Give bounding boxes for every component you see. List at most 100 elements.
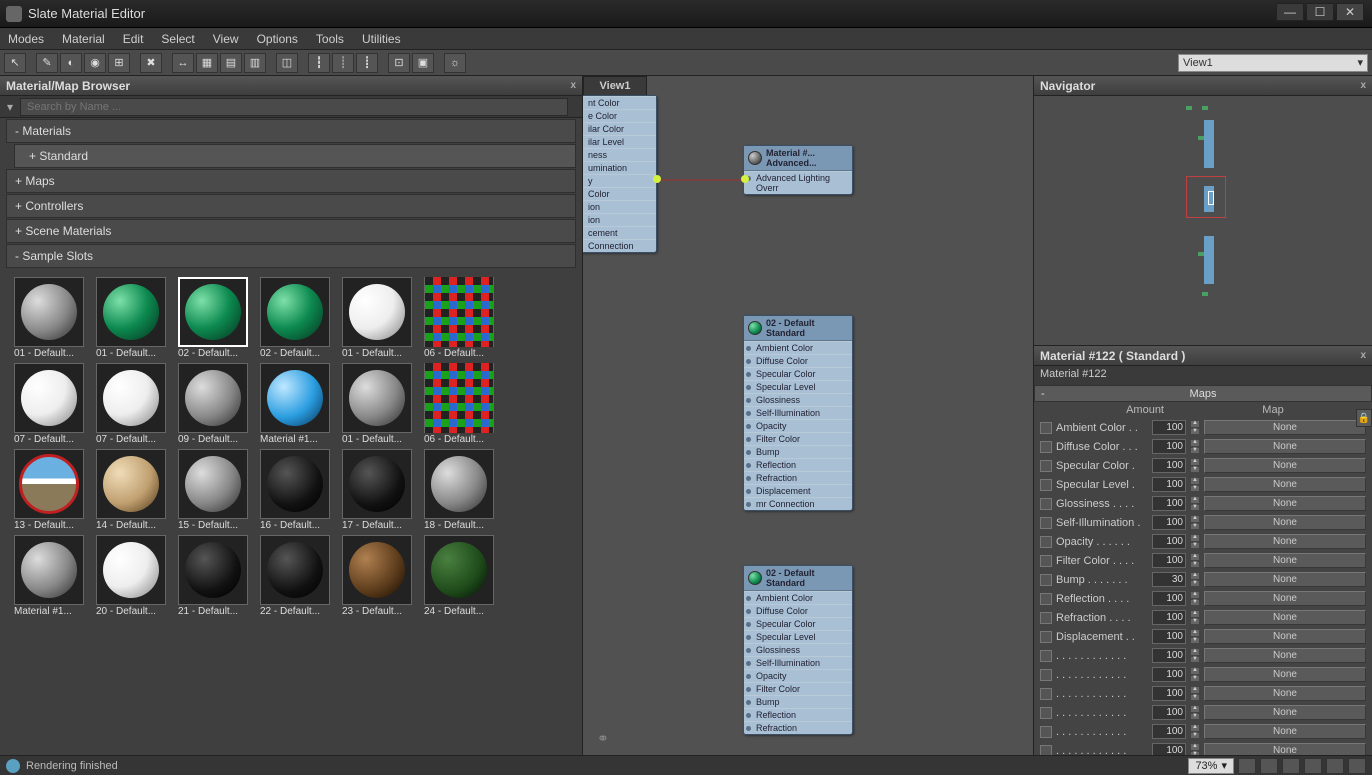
tree-item[interactable]: - Sample Slots: [6, 244, 576, 268]
amount-spinner[interactable]: 100: [1152, 439, 1186, 454]
sample-slot[interactable]: 15 - Default...: [178, 449, 256, 531]
move-icon[interactable]: ↔: [172, 53, 194, 73]
tool-icon[interactable]: ┊: [332, 53, 354, 73]
spinner-buttons[interactable]: ▲▼: [1190, 477, 1200, 492]
map-slot-button[interactable]: None: [1204, 420, 1366, 435]
node-slot[interactable]: Reflection: [744, 708, 852, 721]
spinner-buttons[interactable]: ▲▼: [1190, 553, 1200, 568]
spinner-buttons[interactable]: ▲▼: [1190, 705, 1200, 720]
spinner-buttons[interactable]: ▲▼: [1190, 515, 1200, 530]
amount-spinner[interactable]: 100: [1152, 686, 1186, 701]
amount-spinner[interactable]: 100: [1152, 553, 1186, 568]
sample-slot[interactable]: 09 - Default...: [178, 363, 256, 445]
map-slot-button[interactable]: None: [1204, 610, 1366, 625]
map-slot-button[interactable]: None: [1204, 439, 1366, 454]
amount-spinner[interactable]: 100: [1152, 477, 1186, 492]
node-slot[interactable]: Bump: [744, 695, 852, 708]
amount-spinner[interactable]: 100: [1152, 496, 1186, 511]
maximize-view-icon[interactable]: [1348, 758, 1366, 774]
node-slot[interactable]: cement: [583, 226, 656, 239]
node-slot[interactable]: Glossiness: [744, 643, 852, 656]
material-name-field[interactable]: Material #122: [1034, 366, 1372, 385]
node-slot[interactable]: Self-Illumination: [744, 406, 852, 419]
tree-item[interactable]: + Standard: [14, 144, 576, 168]
tool-icon[interactable]: ◐: [60, 53, 82, 73]
node-slot[interactable]: Refraction: [744, 471, 852, 484]
spinner-buttons[interactable]: ▲▼: [1190, 458, 1200, 473]
amount-spinner[interactable]: 100: [1152, 591, 1186, 606]
map-slot-button[interactable]: None: [1204, 743, 1366, 755]
map-checkbox[interactable]: [1040, 441, 1052, 453]
spinner-buttons[interactable]: ▲▼: [1190, 629, 1200, 644]
map-slot-button[interactable]: None: [1204, 458, 1366, 473]
spinner-buttons[interactable]: ▲▼: [1190, 743, 1200, 755]
material-node-standard[interactable]: 02 - DefaultStandardAmbient ColorDiffuse…: [743, 315, 853, 511]
node-slot[interactable]: Ambient Color: [744, 591, 852, 604]
node-slot[interactable]: Specular Level: [744, 380, 852, 393]
node-slot[interactable]: ion: [583, 213, 656, 226]
amount-spinner[interactable]: 100: [1152, 629, 1186, 644]
node-slot[interactable]: Connection: [583, 239, 656, 252]
tool-icon[interactable]: ◫: [276, 53, 298, 73]
spinner-buttons[interactable]: ▲▼: [1190, 420, 1200, 435]
node-slot[interactable]: Specular Level: [744, 630, 852, 643]
tree-item[interactable]: + Maps: [6, 169, 576, 193]
amount-spinner[interactable]: 100: [1152, 743, 1186, 755]
sample-slot[interactable]: 17 - Default...: [342, 449, 420, 531]
map-checkbox[interactable]: [1040, 517, 1052, 529]
amount-spinner[interactable]: 100: [1152, 458, 1186, 473]
amount-spinner[interactable]: 100: [1152, 610, 1186, 625]
lock-icon[interactable]: 🔒: [1356, 409, 1372, 427]
node-slot[interactable]: mr Connection: [744, 497, 852, 510]
sample-slot[interactable]: 06 - Default...: [424, 277, 502, 359]
sample-slot[interactable]: 22 - Default...: [260, 535, 338, 617]
tool-icon[interactable]: ▦: [196, 53, 218, 73]
node-slot[interactable]: Reflection: [744, 458, 852, 471]
map-checkbox[interactable]: [1040, 669, 1052, 681]
map-slot-button[interactable]: None: [1204, 496, 1366, 511]
zoom-level[interactable]: 73%▾: [1188, 758, 1234, 774]
node-slot[interactable]: ilar Color: [583, 122, 656, 135]
amount-spinner[interactable]: 100: [1152, 705, 1186, 720]
map-slot-button[interactable]: None: [1204, 534, 1366, 549]
spinner-buttons[interactable]: ▲▼: [1190, 610, 1200, 625]
sample-slot[interactable]: 18 - Default...: [424, 449, 502, 531]
map-slot-button[interactable]: None: [1204, 515, 1366, 530]
sample-slot[interactable]: 20 - Default...: [96, 535, 174, 617]
tool-icon[interactable]: ⊞: [108, 53, 130, 73]
map-slot-button[interactable]: None: [1204, 648, 1366, 663]
node-slot[interactable]: umination: [583, 161, 656, 174]
zoom-extents-icon[interactable]: [1282, 758, 1300, 774]
node-slot[interactable]: ilar Level: [583, 135, 656, 148]
node-slot[interactable]: nt Color: [583, 96, 656, 109]
spinner-buttons[interactable]: ▲▼: [1190, 439, 1200, 454]
map-slot-button[interactable]: None: [1204, 705, 1366, 720]
tree-item[interactable]: - Materials: [6, 119, 576, 143]
maps-rollup-header[interactable]: - Maps: [1034, 385, 1372, 402]
node-slot[interactable]: Color: [583, 187, 656, 200]
view-panel[interactable]: View1 nt Colore Colorilar Colorilar Leve…: [583, 76, 1034, 755]
spinner-buttons[interactable]: ▲▼: [1190, 667, 1200, 682]
amount-spinner[interactable]: 100: [1152, 515, 1186, 530]
map-checkbox[interactable]: [1040, 745, 1052, 756]
map-slot-button[interactable]: None: [1204, 724, 1366, 739]
select-tool-icon[interactable]: ↖: [4, 53, 26, 73]
delete-icon[interactable]: ✖: [140, 53, 162, 73]
amount-spinner[interactable]: 100: [1152, 420, 1186, 435]
sample-slot[interactable]: 13 - Default...: [14, 449, 92, 531]
spinner-buttons[interactable]: ▲▼: [1190, 591, 1200, 606]
panel-close-icon[interactable]: x: [1360, 80, 1366, 91]
map-slot-button[interactable]: None: [1204, 553, 1366, 568]
menu-utilities[interactable]: Utilities: [362, 32, 401, 46]
map-slot-button[interactable]: None: [1204, 572, 1366, 587]
view-tab[interactable]: View1: [583, 76, 647, 95]
map-checkbox[interactable]: [1040, 593, 1052, 605]
map-slot-button[interactable]: None: [1204, 629, 1366, 644]
node-slot[interactable]: Diffuse Color: [744, 604, 852, 617]
material-node-partial[interactable]: nt Colore Colorilar Colorilar Levelnessu…: [583, 95, 657, 253]
tree-item[interactable]: + Controllers: [6, 194, 576, 218]
search-input[interactable]: [20, 98, 568, 116]
node-slot[interactable]: Refraction: [744, 721, 852, 734]
material-node-standard[interactable]: 02 - DefaultStandardAmbient ColorDiffuse…: [743, 565, 853, 735]
sample-slot[interactable]: 21 - Default...: [178, 535, 256, 617]
